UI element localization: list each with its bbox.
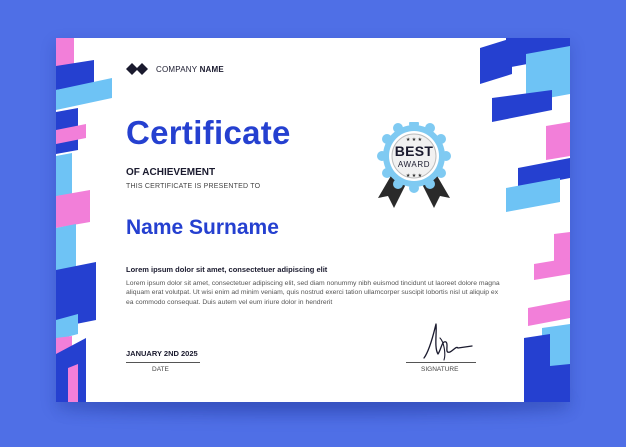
certificate-title: Certificate <box>126 114 291 151</box>
recipient-name: Name Surname <box>126 216 279 239</box>
presented-to-text: THIS CERTIFICATE IS PRESENTED TO <box>126 183 261 190</box>
award-badge: ★ ★ ★ ★ ★ ★ BEST AWARD <box>374 119 454 214</box>
certificate-subtitle: OF ACHIEVEMENT <box>126 167 216 178</box>
company-logo-icon <box>126 63 148 75</box>
date-label: DATE <box>152 366 169 373</box>
signature-line <box>406 362 476 363</box>
certificate-card: COMPANY NAME Certificate OF ACHIEVEMENT … <box>56 38 570 402</box>
signature-image <box>423 323 473 361</box>
company-logo: COMPANY NAME <box>126 62 224 76</box>
signature-label: SIGNATURE <box>421 366 459 373</box>
company-name: COMPANY NAME <box>156 64 224 74</box>
date-value: JANUARY 2ND 2025 <box>126 349 198 358</box>
svg-text:★ ★ ★: ★ ★ ★ <box>406 173 423 179</box>
badge-text-best: BEST <box>394 143 434 159</box>
lead-text: Lorem ipsum dolor sit amet, consectetuer… <box>126 265 328 274</box>
badge-text-award: AWARD <box>397 160 431 169</box>
body-paragraph: Lorem ipsum dolor sit amet, consectetuer… <box>126 280 500 306</box>
date-line <box>126 362 200 363</box>
